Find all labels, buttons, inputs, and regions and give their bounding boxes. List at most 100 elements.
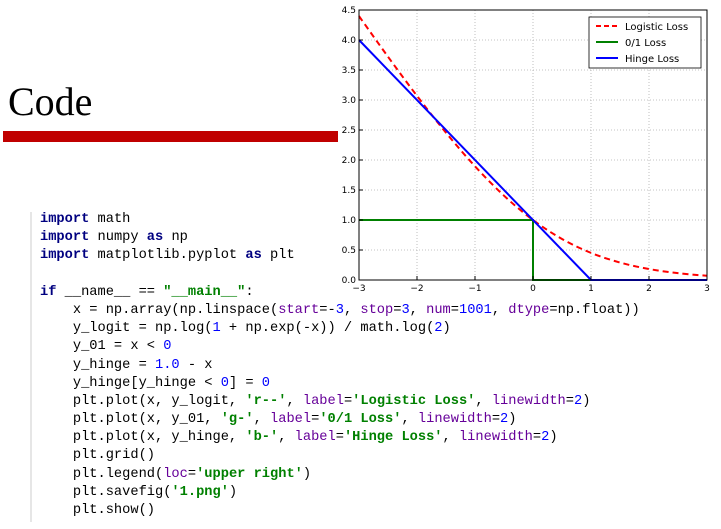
y-tick-label: 3.5 bbox=[342, 66, 356, 76]
code-token-plain: - x bbox=[179, 357, 213, 373]
y-tick-label: 2.5 bbox=[342, 126, 356, 136]
legend-label: Hinge Loss bbox=[625, 54, 679, 65]
legend: Logistic Loss 0/1 Loss Hinge Loss bbox=[588, 16, 702, 69]
code-token-param: label bbox=[294, 430, 336, 446]
code-token-plain: y_01 = x < bbox=[40, 339, 164, 355]
code-token-plain: plt.plot(x, y_01, bbox=[40, 412, 221, 428]
code-token-plain: ) bbox=[508, 412, 517, 428]
x-tick-label: 2 bbox=[646, 284, 652, 294]
code-token-num: 1 bbox=[212, 321, 221, 337]
code-token-num: 3 bbox=[335, 302, 344, 318]
y-tick-label: 0.0 bbox=[342, 276, 357, 286]
code-token-plain: ) bbox=[582, 393, 591, 409]
code-line: plt.plot(x, y_hinge, 'b-', label='Hinge … bbox=[40, 429, 640, 447]
x-tick-label: −2 bbox=[410, 284, 423, 294]
x-tick-label: 3 bbox=[704, 284, 710, 294]
code-line: plt.savefig('1.png') bbox=[40, 484, 640, 502]
code-token-plain: plt.plot(x, y_hinge, bbox=[40, 430, 246, 446]
code-token-plain: = bbox=[343, 393, 353, 409]
code-token-param: label bbox=[302, 393, 344, 409]
code-token-str: 'Logistic Loss' bbox=[352, 393, 476, 409]
code-token-str: 'Hinge Loss' bbox=[343, 430, 443, 446]
code-token-plain: plt.legend( bbox=[40, 466, 164, 482]
code-token-plain: plt.grid() bbox=[40, 448, 155, 464]
code-token-num: 0 bbox=[163, 339, 172, 355]
code-token-plain: , bbox=[401, 412, 418, 428]
legend-label: Logistic Loss bbox=[625, 22, 688, 33]
code-token-param: label bbox=[270, 412, 312, 428]
code-token-plain: x = np.array(np.linspace( bbox=[40, 302, 279, 318]
code-token-num: 3 bbox=[401, 302, 410, 318]
code-token-str: 'upper right' bbox=[196, 466, 303, 482]
code-token-plain: y_hinge[y_hinge < bbox=[40, 375, 221, 391]
code-token-plain: , bbox=[278, 430, 295, 446]
code-token-plain: = bbox=[335, 430, 344, 446]
code-token-plain: =np.float)) bbox=[549, 302, 640, 318]
code-token-plain: , bbox=[491, 302, 509, 318]
x-tick-label: −1 bbox=[468, 284, 481, 294]
code-line: plt.show() bbox=[40, 502, 640, 520]
loss-chart: −3 −2 −1 0 1 2 30.00.51.01.52.02.53.03.54.04.5… bbox=[342, 6, 710, 294]
code-token-plain: ) bbox=[302, 466, 312, 482]
code-token-num: 2 bbox=[434, 321, 443, 337]
code-token-num: 2 bbox=[573, 393, 583, 409]
code-token-plain: =- bbox=[319, 302, 336, 318]
code-line: plt.plot(x, y_logit, 'r--', label='Logis… bbox=[40, 393, 640, 411]
code-token-plain: y_logit = np.log( bbox=[40, 321, 213, 337]
code-token-str: 'b-' bbox=[245, 430, 279, 446]
y-tick-label: 4.5 bbox=[342, 6, 356, 16]
x-tick-label: 0 bbox=[530, 284, 536, 294]
y-tick-label: 2.0 bbox=[342, 156, 357, 166]
code-token-plain: = bbox=[187, 466, 197, 482]
code-token-plain: , bbox=[409, 302, 427, 318]
y-tick-label: 1.0 bbox=[342, 216, 357, 226]
code-token-plain: + np.exp(-x)) / math.log( bbox=[220, 321, 435, 337]
x-tick-label: 1 bbox=[588, 284, 594, 294]
code-token-param: stop bbox=[360, 302, 394, 318]
code-token-plain: = bbox=[565, 393, 574, 409]
code-token-num: 1.0 bbox=[155, 357, 180, 373]
code-line: y_01 = x < 0 bbox=[40, 338, 640, 356]
code-token-plain: ) bbox=[228, 484, 238, 500]
code-token-plain: ] = bbox=[228, 375, 262, 391]
code-token-plain: plt.show() bbox=[40, 503, 155, 518]
code-token-plain: plt.plot(x, y_logit, bbox=[40, 393, 246, 409]
code-token-param: linewidth bbox=[458, 430, 533, 446]
code-line: x = np.array(np.linspace(start=-3, stop=… bbox=[40, 302, 640, 320]
code-token-plain: = bbox=[491, 412, 501, 428]
y-tick-label: 1.5 bbox=[342, 186, 356, 196]
code-token-plain: ) bbox=[549, 430, 558, 446]
y-tick-label: 0.5 bbox=[342, 246, 356, 256]
code-token-str: 'r--' bbox=[245, 393, 287, 409]
code-token-param: dtype bbox=[508, 302, 550, 318]
legend-label: 0/1 Loss bbox=[625, 38, 666, 49]
code-token-plain: = bbox=[532, 430, 542, 446]
code-token-plain: , bbox=[442, 430, 459, 446]
code-line: y_logit = np.log(1 + np.exp(-x)) / math.… bbox=[40, 320, 640, 338]
code-line: plt.grid() bbox=[40, 447, 640, 465]
code-token-plain: , bbox=[343, 302, 361, 318]
code-token-num: 0 bbox=[261, 375, 271, 391]
y-tick-label: 4.0 bbox=[342, 36, 357, 46]
code-token-plain: = bbox=[450, 302, 459, 318]
y-tick-label: 3.0 bbox=[342, 96, 357, 106]
code-token-plain: , bbox=[286, 393, 303, 409]
code-token-param: num bbox=[426, 302, 451, 318]
code-line: plt.legend(loc='upper right') bbox=[40, 466, 640, 484]
code-token-plain: , bbox=[253, 412, 271, 428]
code-token-plain: , bbox=[475, 393, 492, 409]
code-token-num: 1001 bbox=[458, 302, 492, 318]
code-token-str: '1.png' bbox=[171, 484, 229, 500]
code-token-plain: plt.savefig( bbox=[40, 484, 172, 500]
code-line: plt.plot(x, y_01, 'g-', label = '0/1 Loss'… bbox=[40, 411, 640, 429]
code-token-param: loc bbox=[163, 466, 188, 482]
code-token-str: 'g-' bbox=[220, 412, 254, 428]
code-token-plain: y_hinge = bbox=[40, 357, 155, 373]
code-token-param: start bbox=[278, 302, 320, 318]
code-token-plain: ) bbox=[442, 321, 451, 337]
code-token-num: 0 bbox=[220, 375, 229, 391]
code-line: y_hinge = 1.0 - x bbox=[40, 357, 640, 375]
code-line: y_hinge[y_hinge < 0] = 0 bbox=[40, 375, 640, 393]
code-token-str: '0/1 Loss' bbox=[319, 412, 402, 428]
code-token-param: linewidth bbox=[417, 412, 492, 428]
